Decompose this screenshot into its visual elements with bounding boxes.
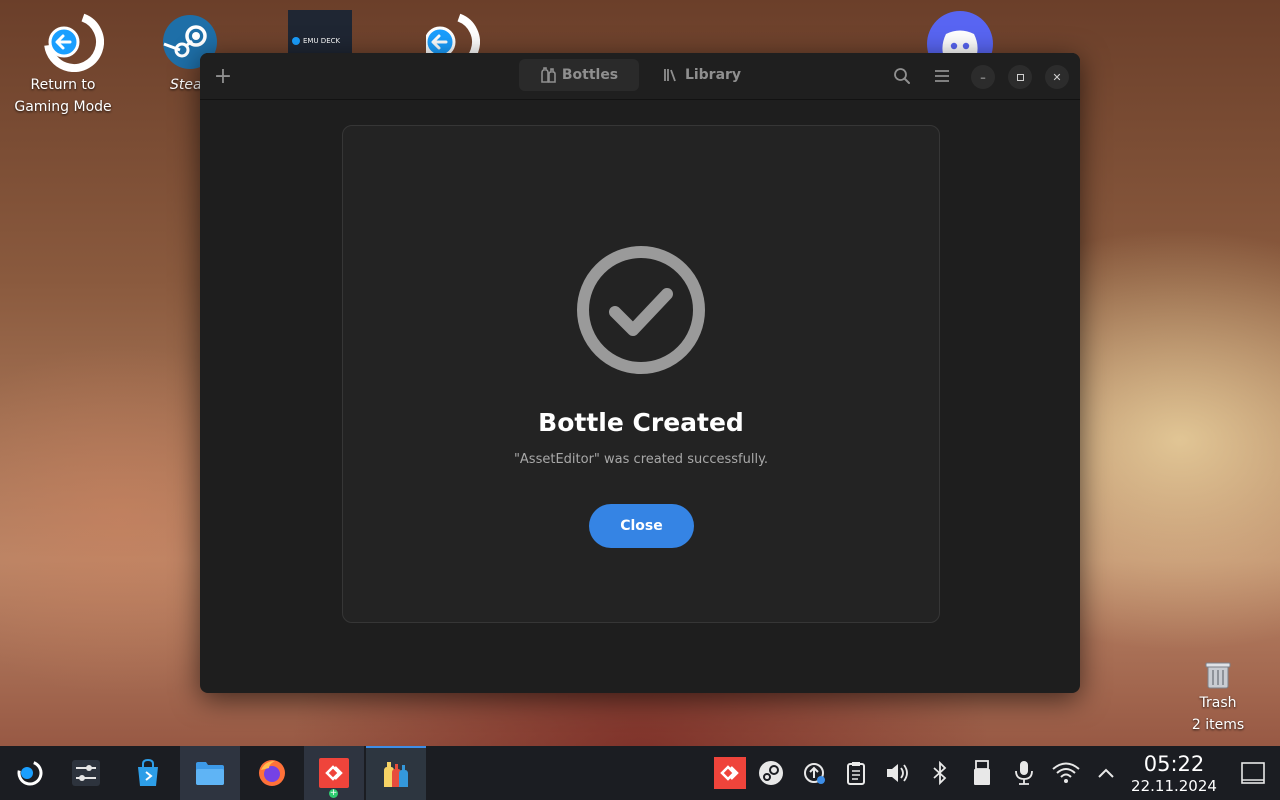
steam-tray-icon	[759, 761, 783, 785]
discord-icon	[927, 11, 993, 54]
tab-library[interactable]: Library	[652, 59, 752, 91]
dialog-description: "AssetEditor" was created successfully.	[513, 452, 769, 467]
tray-expand-button[interactable]	[1091, 758, 1121, 788]
emudeck-logo: EMU DECK	[292, 35, 352, 47]
close-icon: ✕	[1052, 70, 1062, 84]
desktop-icon-return-2[interactable]	[426, 12, 482, 54]
tray-bluetooth[interactable]	[925, 758, 955, 788]
maximize-icon	[1016, 73, 1024, 81]
trash-icon	[1205, 662, 1231, 689]
desktop-icon-trash[interactable]: Trash 2 items	[1186, 660, 1250, 736]
clock-time[interactable]: 05:22	[1130, 752, 1218, 776]
search-button[interactable]	[888, 61, 916, 91]
dialog-title: Bottle Created	[538, 408, 744, 437]
library-icon	[664, 69, 676, 82]
clipboard-icon	[847, 762, 865, 785]
close-button[interactable]: Close	[589, 504, 694, 548]
anydesk-icon	[319, 758, 349, 788]
update-icon	[804, 763, 825, 784]
taskbar-anydesk-app[interactable]: +	[304, 746, 364, 800]
tray-volume[interactable]	[883, 758, 913, 788]
taskbar-discover-app[interactable]	[118, 746, 178, 800]
search-icon	[894, 68, 910, 84]
firefox-icon	[259, 760, 285, 786]
desktop-icon-emudeck[interactable]: EMU DECK	[288, 10, 352, 54]
tray-network[interactable]	[1051, 758, 1081, 788]
show-desktop-icon	[1241, 762, 1265, 784]
folder-icon	[196, 762, 224, 785]
discover-store-icon	[138, 759, 158, 786]
microphone-icon	[1015, 761, 1033, 785]
taskbar-settings-app[interactable]	[56, 746, 116, 800]
return-arrow-icon	[426, 12, 480, 54]
tab-bottles[interactable]: Bottles	[519, 59, 639, 91]
desktop-icon-return-gaming-mode[interactable]: Return to Gaming Mode	[4, 12, 122, 118]
tray-microphone[interactable]	[1009, 758, 1039, 788]
anydesk-tray-icon	[714, 757, 746, 789]
usb-drive-icon	[974, 760, 990, 785]
clock-date[interactable]: 22.11.2024	[1130, 777, 1218, 795]
bottles-app-icon	[384, 762, 408, 787]
new-indicator-icon: +	[329, 788, 338, 798]
chevron-up-icon	[1098, 768, 1114, 778]
desktop-icon-discord[interactable]	[926, 10, 994, 54]
emudeck-dot-icon	[292, 37, 300, 45]
add-bottle-button[interactable]: +	[208, 61, 238, 91]
trash-label: Trash	[1199, 695, 1237, 711]
check-circle-icon	[577, 246, 705, 374]
taskbar-bottles-app[interactable]	[366, 746, 426, 800]
bluetooth-icon	[933, 761, 947, 785]
wifi-icon	[1052, 762, 1080, 783]
minimize-icon: –	[980, 70, 986, 84]
taskbar: +	[0, 746, 1280, 800]
desktop-icon-label: Return to Gaming Mode	[14, 77, 112, 115]
tray-steam[interactable]	[756, 758, 786, 788]
tray-updates[interactable]	[799, 758, 829, 788]
bottles-icon	[541, 67, 556, 83]
hamburger-menu-icon	[935, 70, 949, 82]
bottles-window: + Bottles Library – ✕ Bottle Created "As…	[200, 53, 1080, 693]
taskbar-file-manager-app[interactable]	[180, 746, 240, 800]
header-bar: + Bottles Library – ✕	[200, 53, 1080, 100]
return-arrow-icon	[44, 12, 104, 72]
bottle-created-dialog: Bottle Created "AssetEditor" was created…	[342, 125, 940, 623]
maximize-button[interactable]	[1008, 65, 1032, 89]
trash-count: 2 items	[1191, 717, 1245, 733]
close-window-button[interactable]: ✕	[1045, 65, 1069, 89]
tab-label: Library	[684, 67, 742, 83]
tray-anydesk[interactable]	[714, 757, 746, 789]
minimize-button[interactable]: –	[971, 65, 995, 89]
tab-label: Bottles	[561, 67, 619, 83]
plus-icon: +	[213, 63, 233, 89]
main-menu-button[interactable]	[928, 61, 956, 91]
tray-removable-device[interactable]	[967, 758, 997, 788]
taskbar-firefox-app[interactable]	[242, 746, 302, 800]
volume-icon	[887, 764, 908, 782]
steamdeck-logo-icon	[17, 760, 43, 786]
show-desktop-button[interactable]	[1238, 758, 1268, 788]
application-launcher-button[interactable]	[0, 746, 60, 800]
settings-sliders-icon	[72, 760, 100, 786]
tray-clipboard[interactable]	[841, 758, 871, 788]
